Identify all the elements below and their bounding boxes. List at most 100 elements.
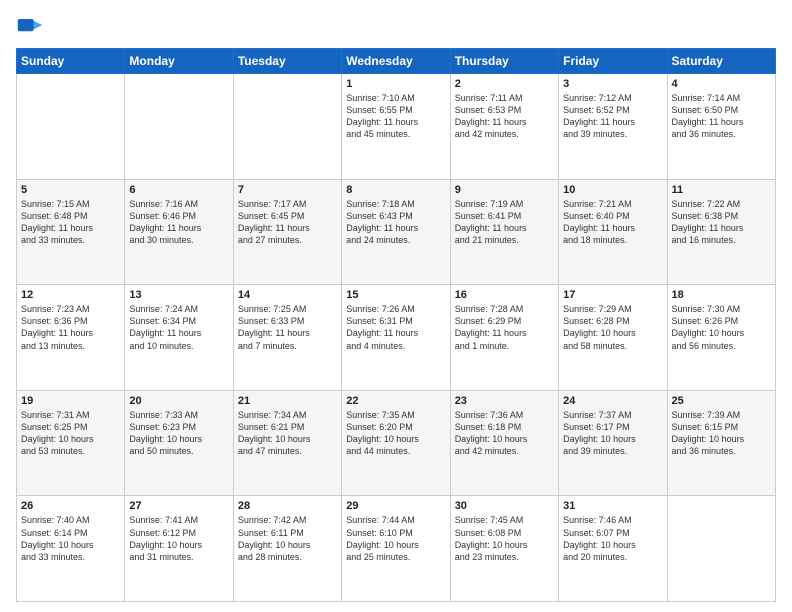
day-number: 30 bbox=[455, 500, 554, 512]
day-info: Sunrise: 7:22 AM Sunset: 6:38 PM Dayligh… bbox=[672, 198, 771, 247]
calendar-cell: 8 Sunrise: 7:18 AM Sunset: 6:43 PM Daylig… bbox=[342, 179, 450, 285]
day-info: Sunrise: 7:37 AM Sunset: 6:17 PM Dayligh… bbox=[563, 409, 662, 458]
calendar-cell: 7 Sunrise: 7:17 AM Sunset: 6:45 PM Daylig… bbox=[233, 179, 341, 285]
calendar-cell: 4 Sunrise: 7:14 AM Sunset: 6:50 PM Daylig… bbox=[667, 74, 775, 180]
day-number: 12 bbox=[21, 289, 120, 301]
day-info: Sunrise: 7:16 AM Sunset: 6:46 PM Dayligh… bbox=[129, 198, 228, 247]
day-number: 31 bbox=[563, 500, 662, 512]
day-info: Sunrise: 7:28 AM Sunset: 6:29 PM Dayligh… bbox=[455, 303, 554, 352]
calendar-day-header: Monday bbox=[125, 49, 233, 74]
calendar-cell: 29 Sunrise: 7:44 AM Sunset: 6:10 PM Dayli… bbox=[342, 496, 450, 602]
day-number: 2 bbox=[455, 78, 554, 90]
calendar-table: SundayMondayTuesdayWednesdayThursdayFrid… bbox=[16, 48, 776, 602]
calendar-cell: 28 Sunrise: 7:42 AM Sunset: 6:11 PM Dayli… bbox=[233, 496, 341, 602]
day-info: Sunrise: 7:23 AM Sunset: 6:36 PM Dayligh… bbox=[21, 303, 120, 352]
calendar-cell: 15 Sunrise: 7:26 AM Sunset: 6:31 PM Dayli… bbox=[342, 285, 450, 391]
day-info: Sunrise: 7:17 AM Sunset: 6:45 PM Dayligh… bbox=[238, 198, 337, 247]
calendar-cell: 11Sunrise: 7:22 AM Sunset: 6:38 PM Dayli… bbox=[667, 179, 775, 285]
day-info: Sunrise: 7:29 AM Sunset: 6:28 PM Dayligh… bbox=[563, 303, 662, 352]
day-number: 18 bbox=[672, 289, 771, 301]
day-number: 6 bbox=[129, 184, 228, 196]
calendar-cell: 30 Sunrise: 7:45 AM Sunset: 6:08 PM Dayli… bbox=[450, 496, 558, 602]
day-number: 20 bbox=[129, 395, 228, 407]
calendar-cell: 18Sunrise: 7:30 AM Sunset: 6:26 PM Dayli… bbox=[667, 285, 775, 391]
calendar-cell: 1Sunrise: 7:10 AM Sunset: 6:55 PM Daylig… bbox=[342, 74, 450, 180]
day-info: Sunrise: 7:39 AM Sunset: 6:15 PM Dayligh… bbox=[672, 409, 771, 458]
logo-icon bbox=[16, 12, 44, 40]
day-number: 25 bbox=[672, 395, 771, 407]
calendar-week-row: 5Sunrise: 7:15 AM Sunset: 6:48 PM Daylig… bbox=[17, 179, 776, 285]
day-info: Sunrise: 7:41 AM Sunset: 6:12 PM Dayligh… bbox=[129, 514, 228, 563]
day-info: Sunrise: 7:14 AM Sunset: 6:50 PM Dayligh… bbox=[672, 92, 771, 141]
day-number: 17 bbox=[563, 289, 662, 301]
day-number: 24 bbox=[563, 395, 662, 407]
day-info: Sunrise: 7:36 AM Sunset: 6:18 PM Dayligh… bbox=[455, 409, 554, 458]
day-info: Sunrise: 7:42 AM Sunset: 6:11 PM Dayligh… bbox=[238, 514, 337, 563]
day-number: 23 bbox=[455, 395, 554, 407]
calendar-cell: 6 Sunrise: 7:16 AM Sunset: 6:46 PM Daylig… bbox=[125, 179, 233, 285]
calendar-cell: 31 Sunrise: 7:46 AM Sunset: 6:07 PM Dayli… bbox=[559, 496, 667, 602]
day-info: Sunrise: 7:25 AM Sunset: 6:33 PM Dayligh… bbox=[238, 303, 337, 352]
calendar-header-row: SundayMondayTuesdayWednesdayThursdayFrid… bbox=[17, 49, 776, 74]
day-info: Sunrise: 7:34 AM Sunset: 6:21 PM Dayligh… bbox=[238, 409, 337, 458]
day-info: Sunrise: 7:44 AM Sunset: 6:10 PM Dayligh… bbox=[346, 514, 445, 563]
calendar-cell: 20 Sunrise: 7:33 AM Sunset: 6:23 PM Dayli… bbox=[125, 390, 233, 496]
calendar-day-header: Saturday bbox=[667, 49, 775, 74]
day-info: Sunrise: 7:40 AM Sunset: 6:14 PM Dayligh… bbox=[21, 514, 120, 563]
calendar-week-row: 1Sunrise: 7:10 AM Sunset: 6:55 PM Daylig… bbox=[17, 74, 776, 180]
calendar-day-header: Thursday bbox=[450, 49, 558, 74]
calendar-cell: 3 Sunrise: 7:12 AM Sunset: 6:52 PM Daylig… bbox=[559, 74, 667, 180]
day-number: 19 bbox=[21, 395, 120, 407]
calendar-cell: 27 Sunrise: 7:41 AM Sunset: 6:12 PM Dayli… bbox=[125, 496, 233, 602]
calendar-cell: 9Sunrise: 7:19 AM Sunset: 6:41 PM Daylig… bbox=[450, 179, 558, 285]
calendar-cell: 13 Sunrise: 7:24 AM Sunset: 6:34 PM Dayli… bbox=[125, 285, 233, 391]
day-info: Sunrise: 7:35 AM Sunset: 6:20 PM Dayligh… bbox=[346, 409, 445, 458]
day-number: 7 bbox=[238, 184, 337, 196]
day-number: 9 bbox=[455, 184, 554, 196]
calendar-cell: 24 Sunrise: 7:37 AM Sunset: 6:17 PM Dayli… bbox=[559, 390, 667, 496]
calendar-cell: 26 Sunrise: 7:40 AM Sunset: 6:14 PM Dayli… bbox=[17, 496, 125, 602]
day-number: 21 bbox=[238, 395, 337, 407]
logo bbox=[16, 12, 48, 40]
calendar-cell: 25 Sunrise: 7:39 AM Sunset: 6:15 PM Dayli… bbox=[667, 390, 775, 496]
calendar-day-header: Wednesday bbox=[342, 49, 450, 74]
calendar-cell bbox=[233, 74, 341, 180]
day-number: 15 bbox=[346, 289, 445, 301]
day-number: 27 bbox=[129, 500, 228, 512]
day-number: 28 bbox=[238, 500, 337, 512]
day-number: 29 bbox=[346, 500, 445, 512]
day-info: Sunrise: 7:10 AM Sunset: 6:55 PM Dayligh… bbox=[346, 92, 445, 141]
calendar-cell bbox=[667, 496, 775, 602]
calendar-cell bbox=[17, 74, 125, 180]
calendar-day-header: Sunday bbox=[17, 49, 125, 74]
day-info: Sunrise: 7:46 AM Sunset: 6:07 PM Dayligh… bbox=[563, 514, 662, 563]
day-number: 8 bbox=[346, 184, 445, 196]
day-info: Sunrise: 7:24 AM Sunset: 6:34 PM Dayligh… bbox=[129, 303, 228, 352]
day-info: Sunrise: 7:18 AM Sunset: 6:43 PM Dayligh… bbox=[346, 198, 445, 247]
day-info: Sunrise: 7:26 AM Sunset: 6:31 PM Dayligh… bbox=[346, 303, 445, 352]
day-info: Sunrise: 7:12 AM Sunset: 6:52 PM Dayligh… bbox=[563, 92, 662, 141]
calendar-cell: 10Sunrise: 7:21 AM Sunset: 6:40 PM Dayli… bbox=[559, 179, 667, 285]
calendar-cell: 5Sunrise: 7:15 AM Sunset: 6:48 PM Daylig… bbox=[17, 179, 125, 285]
day-number: 22 bbox=[346, 395, 445, 407]
day-number: 3 bbox=[563, 78, 662, 90]
day-number: 26 bbox=[21, 500, 120, 512]
day-number: 4 bbox=[672, 78, 771, 90]
day-info: Sunrise: 7:33 AM Sunset: 6:23 PM Dayligh… bbox=[129, 409, 228, 458]
calendar-cell: 16Sunrise: 7:28 AM Sunset: 6:29 PM Dayli… bbox=[450, 285, 558, 391]
day-info: Sunrise: 7:11 AM Sunset: 6:53 PM Dayligh… bbox=[455, 92, 554, 141]
calendar-cell: 2 Sunrise: 7:11 AM Sunset: 6:53 PM Daylig… bbox=[450, 74, 558, 180]
calendar-cell: 23 Sunrise: 7:36 AM Sunset: 6:18 PM Dayli… bbox=[450, 390, 558, 496]
calendar-cell: 12 Sunrise: 7:23 AM Sunset: 6:36 PM Dayli… bbox=[17, 285, 125, 391]
calendar-cell: 21 Sunrise: 7:34 AM Sunset: 6:21 PM Dayli… bbox=[233, 390, 341, 496]
calendar-cell: 22 Sunrise: 7:35 AM Sunset: 6:20 PM Dayli… bbox=[342, 390, 450, 496]
calendar-cell bbox=[125, 74, 233, 180]
day-info: Sunrise: 7:45 AM Sunset: 6:08 PM Dayligh… bbox=[455, 514, 554, 563]
calendar-week-row: 19 Sunrise: 7:31 AM Sunset: 6:25 PM Dayli… bbox=[17, 390, 776, 496]
day-number: 5 bbox=[21, 184, 120, 196]
calendar-week-row: 26 Sunrise: 7:40 AM Sunset: 6:14 PM Dayli… bbox=[17, 496, 776, 602]
day-info: Sunrise: 7:21 AM Sunset: 6:40 PM Dayligh… bbox=[563, 198, 662, 247]
day-number: 13 bbox=[129, 289, 228, 301]
day-info: Sunrise: 7:31 AM Sunset: 6:25 PM Dayligh… bbox=[21, 409, 120, 458]
calendar-day-header: Friday bbox=[559, 49, 667, 74]
